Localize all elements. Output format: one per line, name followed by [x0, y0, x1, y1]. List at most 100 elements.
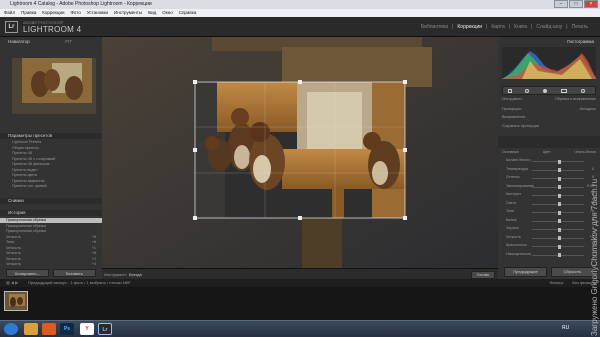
slider-track[interactable] — [532, 219, 584, 223]
red-eye-icon[interactable] — [543, 89, 547, 93]
yandex-icon[interactable]: Y — [80, 323, 94, 335]
slider-track[interactable] — [532, 193, 584, 198]
start-icon[interactable] — [4, 323, 18, 335]
graduated-filter-icon[interactable] — [561, 89, 567, 93]
slider-row[interactable]: Четкость +5 — [502, 235, 596, 244]
preset-folder[interactable]: Пресеты ЧБ фильтров — [0, 162, 102, 167]
snapshots-header[interactable]: Снимки — [0, 198, 102, 204]
adjustment-brush-icon[interactable] — [581, 89, 585, 93]
slider-thumb-icon[interactable] — [558, 236, 561, 240]
menu-view[interactable]: Вид — [148, 9, 156, 17]
history-item[interactable]: Прямоугольная обрезка — [0, 224, 102, 229]
slider-row[interactable]: Света 0 — [502, 201, 596, 210]
minimize-button[interactable]: – — [554, 0, 568, 8]
treatment-color[interactable]: Цвет — [543, 150, 551, 154]
slider-row[interactable]: Экспонирование 0.00 — [502, 184, 596, 193]
copy-button[interactable]: Копировать... — [6, 269, 49, 277]
module-book[interactable]: Книга — [514, 24, 527, 30]
preset-folder[interactable]: Пресеты эффектов — [0, 179, 102, 184]
menu-develop[interactable]: Коррекции — [42, 9, 64, 17]
slider-row[interactable]: Температура 0 — [502, 167, 596, 176]
photoshop-icon[interactable]: Ps — [60, 323, 74, 335]
menu-edit[interactable]: Правка — [21, 9, 36, 17]
preset-folder[interactable]: Пресеты цвета — [0, 173, 102, 178]
history-header[interactable]: История — [0, 210, 102, 216]
slider-thumb-icon[interactable] — [558, 202, 561, 206]
slider-thumb-icon[interactable] — [558, 168, 561, 172]
slider-thumb-icon[interactable] — [558, 227, 561, 232]
slider-thumb-icon[interactable] — [558, 244, 561, 249]
spot-removal-icon[interactable] — [525, 89, 529, 93]
navigator-header[interactable]: Навигатор FIT — [0, 39, 102, 45]
menu-window[interactable]: Окно — [162, 9, 172, 17]
history-item[interactable]: Прямоугольная обрезка — [0, 229, 102, 234]
history-item[interactable]: Четкость +5 — [0, 235, 102, 240]
slider-thumb-icon[interactable] — [558, 210, 561, 215]
slider-row[interactable]: Тени +6 — [502, 209, 596, 218]
slider-thumb-icon[interactable] — [558, 185, 561, 189]
reset-button[interactable]: Сбросить — [551, 267, 594, 277]
slider-track[interactable] — [532, 176, 584, 181]
done-button[interactable]: Готово — [470, 271, 495, 279]
module-library[interactable]: Библиотека — [421, 24, 448, 30]
menu-file[interactable]: Файл — [4, 9, 15, 17]
explorer-icon[interactable] — [24, 323, 38, 335]
history-item[interactable]: Тени +6 — [0, 240, 102, 245]
media-icon[interactable] — [42, 323, 56, 335]
slider-thumb-icon[interactable] — [558, 176, 561, 181]
module-slideshow[interactable]: Слайд-шоу — [536, 24, 562, 30]
paste-button[interactable]: Вставить — [53, 269, 96, 277]
slider-track[interactable] — [532, 168, 584, 172]
history-item[interactable]: Четкость +1 — [0, 246, 102, 251]
module-map[interactable]: Карта — [491, 24, 504, 30]
preset-folder[interactable]: Lightroom Presets — [0, 140, 102, 145]
maximize-button[interactable]: □ — [569, 0, 583, 8]
preset-folder[interactable]: Пресеты ЧБ — [0, 151, 102, 156]
preset-folder[interactable]: Общие пресеты — [0, 146, 102, 151]
navigator-zoom[interactable]: FIT — [65, 39, 72, 45]
basic-section[interactable] — [498, 136, 600, 148]
module-develop[interactable]: Коррекции — [457, 24, 482, 30]
preset-folder[interactable]: Пресеты тон. кривой — [0, 184, 102, 189]
tool-value[interactable]: Всегда — [129, 272, 142, 277]
slider-row[interactable]: Баланс белого — [502, 158, 596, 167]
preset-folder[interactable]: Пресеты ЧБ с тонировкой — [0, 157, 102, 162]
slider-track[interactable] — [532, 253, 584, 257]
slider-row[interactable]: Красочность 0 — [502, 243, 596, 252]
history-item[interactable]: Четкость +1 — [0, 257, 102, 262]
slider-thumb-icon[interactable] — [558, 219, 561, 223]
language-indicator[interactable]: RU — [562, 325, 569, 331]
slider-track[interactable] — [532, 244, 584, 249]
menu-tools[interactable]: Инструменты — [114, 9, 142, 17]
module-print[interactable]: Печать — [572, 24, 588, 30]
filmstrip-source[interactable]: Предыдущий импорт : 1 фото / 1 выбрано /… — [28, 279, 131, 287]
menu-photo[interactable]: Фото — [71, 9, 81, 17]
slider-track[interactable] — [532, 236, 584, 240]
filmstrip-thumbnail[interactable] — [4, 291, 28, 311]
constrain-checkbox[interactable]: Сохранять пропорции — [502, 124, 596, 130]
slider-track[interactable] — [532, 202, 584, 206]
navigator-thumbnail[interactable] — [12, 58, 96, 114]
crop-tool-icon[interactable] — [508, 89, 512, 93]
history-item[interactable]: Четкость +5 — [0, 251, 102, 256]
lightroom-icon[interactable]: Lr — [98, 323, 112, 335]
slider-track[interactable] — [532, 159, 584, 164]
slider-row[interactable]: Белые 0 — [502, 218, 596, 227]
menu-help[interactable]: Справка — [179, 9, 197, 17]
slider-row[interactable]: Оттенок 0 — [502, 175, 596, 184]
slider-row[interactable]: Контраст 0 — [502, 192, 596, 201]
grid-icon[interactable]: ▦ ◀ ▶ — [6, 279, 18, 287]
slider-track[interactable] — [532, 210, 584, 215]
photo-canvas[interactable] — [102, 37, 498, 268]
slider-track[interactable] — [532, 185, 584, 189]
preset-folder[interactable]: Пресеты видео — [0, 168, 102, 173]
slider-row[interactable]: Насыщенность 0 — [502, 252, 596, 261]
slider-thumb-icon[interactable] — [558, 193, 561, 198]
slider-track[interactable] — [532, 227, 584, 232]
slider-thumb-icon[interactable] — [558, 159, 561, 164]
history-item[interactable]: Прямоугольная обрезка — [0, 218, 102, 224]
slider-row[interactable]: Черные 0 — [502, 226, 596, 235]
histogram-header[interactable]: Гистограмма — [498, 39, 600, 45]
presets-header[interactable]: Параметры пресетов — [0, 133, 102, 139]
previous-button[interactable]: Предыдущие — [504, 267, 547, 277]
